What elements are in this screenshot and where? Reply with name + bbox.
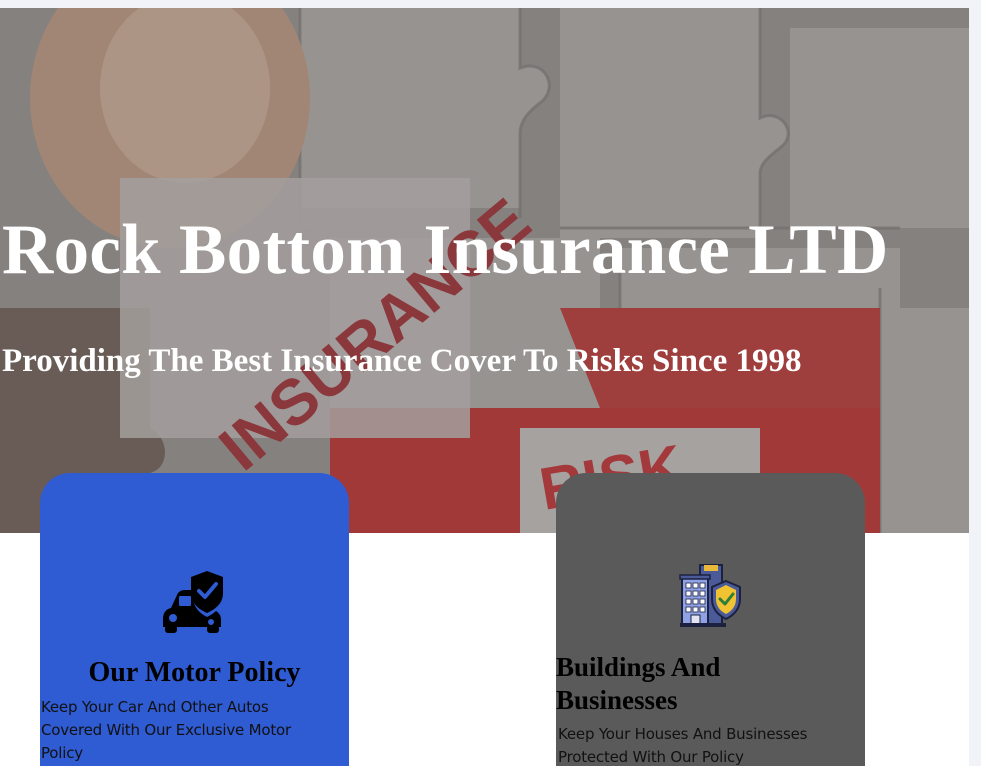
page: RISK INSURANCE Rock Bottom Insurance LTD… [0,8,969,766]
motor-policy-card[interactable]: Our Motor Policy Keep Your Car And Other… [40,473,349,766]
buildings-policy-title: Buildings And Businesses [556,652,721,715]
buildings-policy-description: Keep Your Houses And Businesses Protecte… [558,725,808,766]
page-scrollbar-track[interactable] [969,0,981,766]
hero-banner: RISK INSURANCE Rock Bottom Insurance LTD… [0,8,969,533]
buildings-policy-card[interactable]: Buildings And Businesses Keep Your House… [556,473,865,766]
site-tagline: Providing The Best Insurance Cover To Ri… [2,343,802,379]
motor-policy-title: Our Motor Policy [88,657,301,688]
building-shield-icon [679,564,741,627]
site-title: Rock Bottom Insurance LTD [2,211,889,289]
car-shield-icon [163,571,223,633]
motor-policy-description: Keep Your Car And Other Autos Covered Wi… [41,698,291,762]
